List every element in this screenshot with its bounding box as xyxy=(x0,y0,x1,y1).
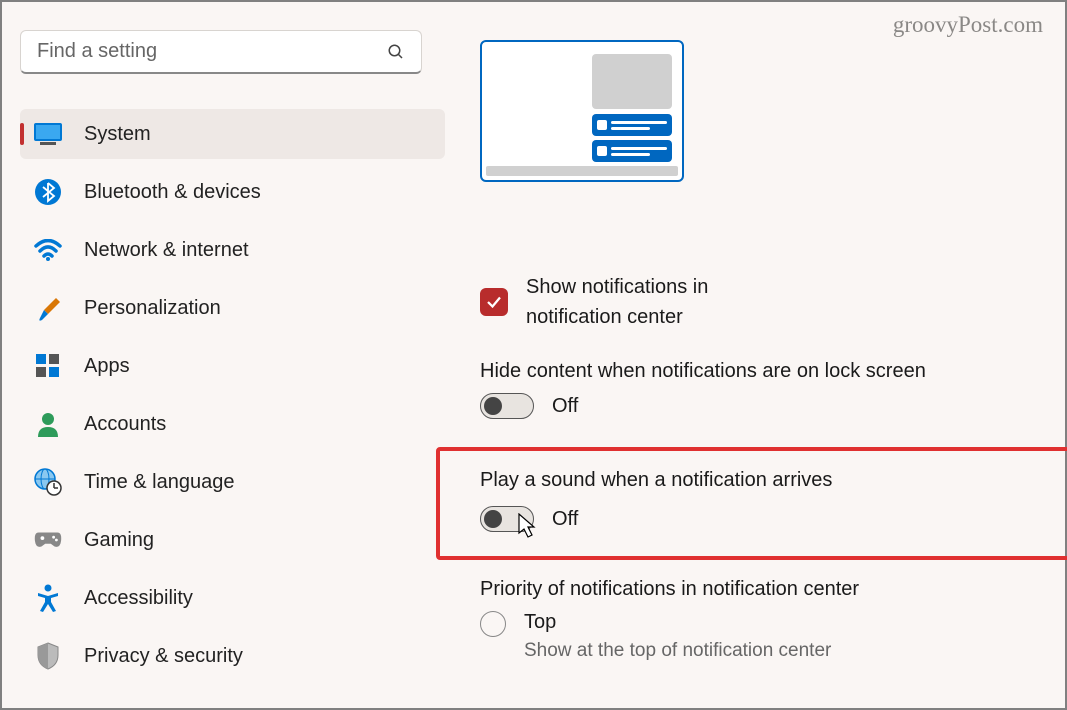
priority-label: Priority of notifications in notificatio… xyxy=(480,578,1047,601)
search-input[interactable] xyxy=(37,40,387,63)
sidebar-item-label: Network & internet xyxy=(84,239,249,262)
sidebar-item-label: Gaming xyxy=(84,529,154,552)
hide-content-state: Off xyxy=(552,395,578,418)
sidebar-item-time-language[interactable]: Time & language xyxy=(20,457,445,507)
sidebar-item-accounts[interactable]: Accounts xyxy=(20,399,445,449)
highlighted-setting: Play a sound when a notification arrives… xyxy=(436,447,1067,560)
sidebar-item-bluetooth[interactable]: Bluetooth & devices xyxy=(20,167,445,217)
nav-list: System Bluetooth & devices Network & int… xyxy=(20,109,445,681)
sidebar-item-label: Bluetooth & devices xyxy=(84,181,261,204)
sidebar-item-label: Apps xyxy=(84,355,130,378)
sidebar-item-apps[interactable]: Apps xyxy=(20,341,445,391)
sidebar-item-accessibility[interactable]: Accessibility xyxy=(20,573,445,623)
paintbrush-icon xyxy=(34,294,62,322)
preview-taskbar xyxy=(486,166,678,176)
settings-sidebar: System Bluetooth & devices Network & int… xyxy=(20,30,445,708)
settings-content: Show notifications in notification cente… xyxy=(445,30,1047,708)
cursor-icon xyxy=(518,513,538,544)
accessibility-icon xyxy=(34,584,62,612)
hide-content-label: Hide content when notifications are on l… xyxy=(480,360,1047,383)
sidebar-item-label: Accounts xyxy=(84,413,166,436)
system-icon xyxy=(34,120,62,148)
search-box[interactable] xyxy=(20,30,422,74)
apps-icon xyxy=(34,352,62,380)
clock-globe-icon xyxy=(34,468,62,496)
show-in-center-checkbox[interactable] xyxy=(480,288,508,316)
sidebar-item-label: Time & language xyxy=(84,471,234,494)
person-icon xyxy=(34,410,62,438)
show-in-center-option: Show notifications in notification cente… xyxy=(480,272,1047,332)
shield-icon xyxy=(34,642,62,670)
priority-option: Priority of notifications in notificatio… xyxy=(480,578,1047,662)
sidebar-item-label: Personalization xyxy=(84,297,221,320)
notification-preview-thumbnail[interactable] xyxy=(480,40,684,182)
preview-widget xyxy=(592,54,672,109)
preview-notification-item xyxy=(592,114,672,136)
bluetooth-icon xyxy=(34,178,62,206)
sidebar-item-label: Accessibility xyxy=(84,587,193,610)
wifi-icon xyxy=(34,236,62,264)
play-sound-label: Play a sound when a notification arrives xyxy=(480,469,1067,492)
checkmark-icon xyxy=(485,293,503,311)
priority-top-sublabel: Show at the top of notification center xyxy=(524,640,831,662)
preview-notification-item xyxy=(592,140,672,162)
sidebar-item-gaming[interactable]: Gaming xyxy=(20,515,445,565)
show-in-center-label: Show notifications in notification cente… xyxy=(526,272,786,332)
hide-content-option: Hide content when notifications are on l… xyxy=(480,360,1047,419)
sidebar-item-label: System xyxy=(84,123,151,146)
hide-content-toggle[interactable] xyxy=(480,393,534,419)
priority-top-label: Top xyxy=(524,611,831,634)
sidebar-item-privacy[interactable]: Privacy & security xyxy=(20,631,445,681)
sidebar-item-network[interactable]: Network & internet xyxy=(20,225,445,275)
play-sound-state: Off xyxy=(552,508,578,531)
sidebar-item-label: Privacy & security xyxy=(84,645,243,668)
sidebar-item-personalization[interactable]: Personalization xyxy=(20,283,445,333)
watermark-text: groovyPost.com xyxy=(893,12,1043,38)
sidebar-item-system[interactable]: System xyxy=(20,109,445,159)
priority-top-radio[interactable] xyxy=(480,611,506,637)
search-icon xyxy=(387,43,405,61)
gamepad-icon xyxy=(34,526,62,554)
